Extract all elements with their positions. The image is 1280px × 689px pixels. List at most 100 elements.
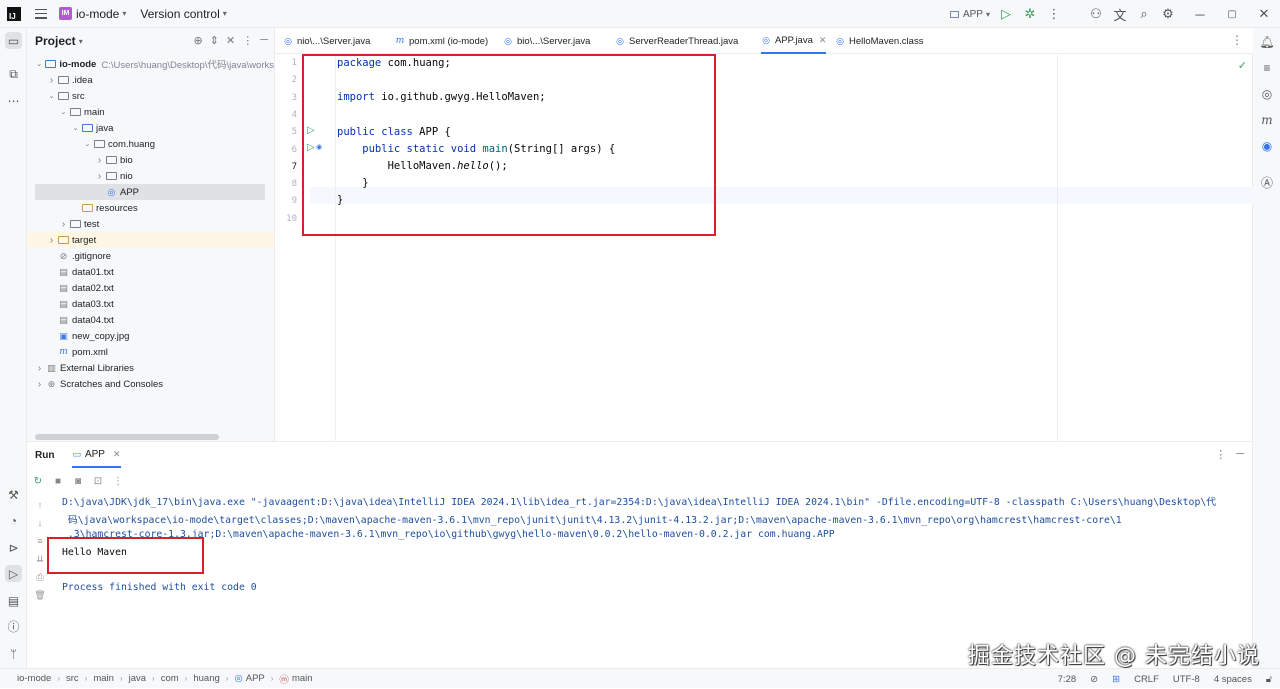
scroll-up-icon[interactable]: ↑ [33, 498, 47, 512]
editor-tab[interactable]: m pom.xml (io-mode) [395, 28, 488, 54]
translate-icon[interactable]: 文 [1108, 2, 1132, 26]
tree-item[interactable]: › ⊛ Scratches and Consoles [27, 376, 274, 392]
tree-item[interactable]: ⌄ src [27, 88, 274, 104]
close-icon[interactable]: ✕ [1252, 2, 1276, 26]
debug-tool-icon[interactable]: ⊳ [5, 539, 22, 556]
chevron-right-icon[interactable]: › [47, 235, 56, 246]
breadcrumb-item[interactable]: main [93, 673, 114, 684]
chevron-down-icon[interactable]: ▾ [122, 9, 126, 18]
chevron-down-icon[interactable]: ▾ [79, 37, 83, 46]
horizontal-scrollbar[interactable] [35, 434, 219, 440]
main-menu-icon[interactable] [35, 8, 47, 19]
hide-icon[interactable]: ─ [260, 34, 268, 47]
chevron-right-icon[interactable]: › [95, 171, 104, 182]
tree-item[interactable]: ▤ data02.txt [27, 280, 274, 296]
tree-item[interactable]: › bio [27, 152, 274, 168]
tree-item[interactable]: ▤ data01.txt [27, 264, 274, 280]
problems-tool-icon[interactable]: ⓘ [5, 618, 22, 635]
restore-icon[interactable]: ▢ [1220, 2, 1244, 26]
tree-item[interactable]: › .idea [27, 72, 274, 88]
options-icon[interactable]: ⋮ [1215, 448, 1226, 461]
editor-tab[interactable]: ◎ ServerReaderThread.java [615, 28, 738, 54]
run-icon[interactable]: ▷ [994, 2, 1018, 26]
search-icon[interactable]: ⌕ [1132, 2, 1156, 26]
services-tool-icon[interactable]: ◔ [5, 512, 22, 529]
chevron-down-icon[interactable]: ⌄ [35, 60, 43, 68]
tree-item[interactable]: › ▥ External Libraries [27, 360, 274, 376]
vcs-selector[interactable]: Version control [140, 7, 219, 21]
chevron-right-icon[interactable]: › [35, 379, 44, 390]
chevron-right-icon[interactable]: › [35, 363, 44, 374]
screenshot-icon[interactable]: ◙ [69, 473, 87, 489]
tree-item[interactable]: ◎ APP [35, 184, 265, 200]
database-icon[interactable]: ≡ [1259, 60, 1275, 76]
terminal-tool-icon[interactable]: ▤ [5, 592, 22, 609]
settings-gear-icon[interactable]: ⚙ [1156, 2, 1180, 26]
ai-assistant-icon[interactable]: ◉ [1259, 138, 1275, 154]
caret-position[interactable]: 7:28 [1058, 674, 1077, 685]
more-actions-icon[interactable]: ⋮ [109, 473, 127, 489]
notifications-icon[interactable]: 🔔︎ [1259, 34, 1275, 50]
chevron-down-icon[interactable]: ⌄ [83, 140, 92, 148]
restore-layout-icon[interactable]: ⊡ [89, 473, 107, 489]
run-tool-icon[interactable]: ▷ [5, 565, 22, 582]
build-tool-icon[interactable]: ⚒ [5, 486, 22, 503]
copilot-icon[interactable]: ◎ [1259, 86, 1275, 102]
add-user-icon[interactable]: ⚇ [1084, 2, 1108, 26]
font-tool-icon[interactable]: Ⓐ [1259, 174, 1275, 190]
debug-icon[interactable]: ✲ [1018, 2, 1042, 26]
hide-icon[interactable]: ─ [1236, 448, 1244, 461]
rerun-icon[interactable]: ↻ [29, 473, 47, 489]
tree-item[interactable]: › test [27, 216, 274, 232]
breadcrumb-item[interactable]: APP [246, 673, 265, 684]
minimize-icon[interactable]: ─ [1188, 2, 1212, 26]
read-only-lock-icon[interactable]: 🔓︎ [1266, 674, 1272, 685]
chevron-down-icon[interactable]: ⌄ [47, 92, 56, 100]
editor-tab[interactable]: ◎ APP.java ✕ [761, 28, 827, 54]
line-separator[interactable]: CRLF [1134, 674, 1159, 685]
tree-item[interactable]: ▣ new_copy.jpg [27, 328, 274, 344]
tree-item[interactable]: ⌄ java [27, 120, 274, 136]
close-tab-icon[interactable]: ✕ [819, 35, 827, 46]
chevron-down-icon[interactable]: ⌄ [59, 108, 68, 116]
breadcrumb-item[interactable]: main [292, 673, 313, 684]
tree-item[interactable]: ⌄ io-mode C:\Users\huang\Desktop\代码\java\w… [27, 56, 274, 72]
editor-tab[interactable]: ◎ HelloMaven.class [835, 28, 923, 54]
tree-item[interactable]: › nio [27, 168, 274, 184]
scroll-down-icon[interactable]: ↓ [33, 516, 47, 530]
tree-item[interactable]: resources [27, 200, 274, 216]
tree-item[interactable]: ⌄ com.huang [27, 136, 274, 152]
breadcrumb-item[interactable]: com [161, 673, 179, 684]
project-selector[interactable]: io-mode [76, 7, 119, 21]
editor-tab[interactable]: ◎ nio\...\Server.java [283, 28, 370, 54]
no-problems-check-icon[interactable]: ✓ [1238, 59, 1247, 72]
locate-icon[interactable]: ⊕ [194, 34, 203, 47]
indent-setting[interactable]: 4 spaces [1214, 674, 1252, 685]
breadcrumb-item[interactable]: huang [193, 673, 219, 684]
maven-tool-icon[interactable]: m [1259, 112, 1275, 128]
expand-all-icon[interactable]: ⇕ [210, 34, 219, 47]
print-icon[interactable]: ⎙ [33, 570, 47, 584]
more-tabs-icon[interactable]: ⋮ [1231, 33, 1243, 47]
project-tool-icon[interactable]: ▭ [5, 32, 22, 49]
structure-tool-icon[interactable]: ⧉ [5, 66, 22, 83]
project-panel-title[interactable]: Project [35, 34, 76, 48]
run-config-selector[interactable]: APP ▾ [946, 2, 994, 26]
git-tool-icon[interactable]: ᛘ [5, 645, 22, 662]
chevron-right-icon[interactable]: › [59, 219, 68, 230]
more-tools-icon[interactable]: ⋯ [5, 92, 22, 109]
breadcrumb-item[interactable]: io-mode [17, 673, 51, 684]
tree-item[interactable]: › target [27, 232, 274, 248]
plugin-status-icon[interactable]: ⊘ [1090, 674, 1098, 685]
chevron-right-icon[interactable]: › [95, 155, 104, 166]
tree-item[interactable]: ▤ data03.txt [27, 296, 274, 312]
breadcrumb-item[interactable]: src [66, 673, 79, 684]
options-icon[interactable]: ⋮ [242, 34, 253, 47]
run-tab-app[interactable]: ▭ APP ✕ [72, 442, 121, 468]
file-encoding[interactable]: UTF-8 [1173, 674, 1200, 685]
more-actions-icon[interactable]: ⋮ [1042, 2, 1066, 26]
breadcrumb-item[interactable]: java [129, 673, 146, 684]
collapse-all-icon[interactable]: ✕ [226, 34, 235, 47]
stop-icon[interactable]: ■ [49, 473, 67, 489]
chevron-down-icon[interactable]: ⌄ [71, 124, 80, 132]
